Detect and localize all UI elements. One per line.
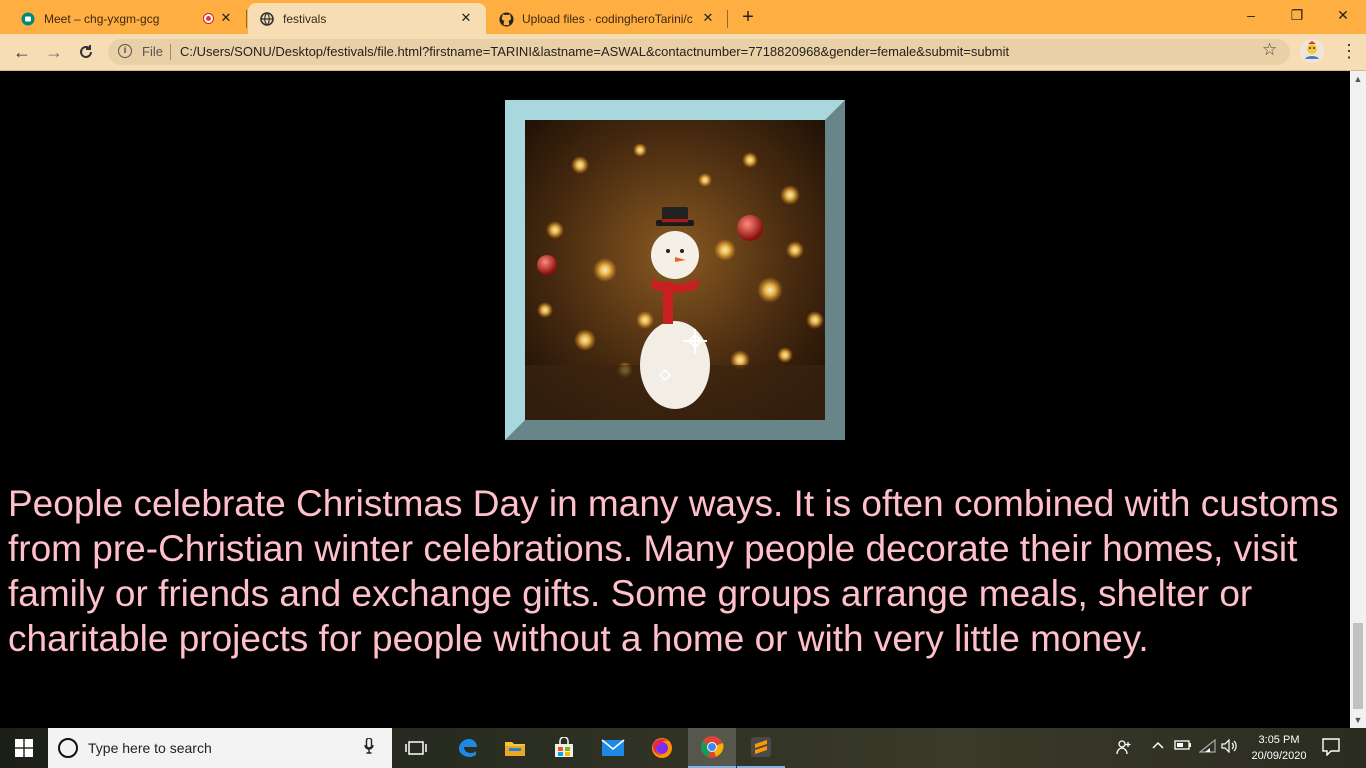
taskbar-search[interactable]: Type here to search [48, 728, 392, 768]
battery-icon[interactable] [1174, 739, 1192, 754]
tab-title: Upload files · codingheroTarini/c [522, 11, 693, 26]
tab-festivals[interactable]: festivals ✕ [248, 3, 486, 34]
scheme-label: File [142, 44, 163, 59]
address-bar[interactable]: i File C:/Users/SONU/Desktop/festivals/f… [108, 39, 1290, 65]
clock-time: 3:05 PM [1258, 734, 1300, 746]
scroll-thumb[interactable] [1353, 623, 1363, 709]
firefox-icon[interactable] [638, 728, 686, 768]
kebab-menu-icon[interactable]: ⋮ [1340, 38, 1358, 64]
file-explorer-icon[interactable] [491, 728, 539, 768]
tab-strip: Meet – chg-yxgm-gcg ✕ festivals ✕ Upload… [0, 0, 1366, 34]
bookmark-star-icon[interactable]: ☆ [1262, 40, 1277, 60]
recording-icon [203, 13, 214, 24]
tab-title: Meet – chg-yxgm-gcg [44, 11, 160, 26]
tab-meet[interactable]: Meet – chg-yxgm-gcg ✕ [0, 3, 246, 34]
github-icon [498, 11, 514, 27]
microphone-icon[interactable] [364, 737, 374, 757]
globe-icon [259, 11, 275, 27]
omnibox-divider [170, 44, 171, 60]
close-tab-icon[interactable]: ✕ [700, 10, 716, 26]
back-arrow-icon[interactable]: ← [10, 41, 34, 63]
tab-divider [727, 10, 728, 28]
page-content: People celebrate Christmas Day in many w… [0, 71, 1350, 728]
info-icon[interactable]: i [118, 44, 132, 58]
tab-title: festivals [283, 11, 327, 26]
chevron-up-icon[interactable] [1152, 739, 1164, 754]
wifi-icon[interactable] [1198, 738, 1217, 756]
meet-icon [20, 11, 36, 27]
system-clock[interactable]: 3:05 PM 20/09/2020 [1244, 732, 1314, 764]
tab-divider [246, 10, 247, 28]
windows-logo-icon [15, 739, 33, 757]
close-window-icon[interactable]: ✕ [1320, 0, 1366, 32]
mail-icon[interactable] [589, 728, 637, 768]
minimize-icon[interactable]: – [1228, 0, 1274, 32]
url-text[interactable]: C:/Users/SONU/Desktop/festivals/file.htm… [180, 44, 1009, 59]
volume-icon[interactable] [1221, 738, 1239, 756]
vertical-scrollbar[interactable]: ▲ ▼ [1350, 71, 1366, 728]
new-tab-button[interactable]: + [737, 6, 759, 28]
chrome-icon[interactable] [688, 728, 736, 768]
christmas-paragraph: People celebrate Christmas Day in many w… [8, 483, 1339, 659]
scroll-down-arrow-icon[interactable]: ▼ [1350, 712, 1366, 728]
scroll-up-arrow-icon[interactable]: ▲ [1350, 71, 1366, 87]
store-icon[interactable] [540, 728, 588, 768]
clock-date: 20/09/2020 [1251, 750, 1307, 762]
forward-arrow-icon[interactable]: → [42, 41, 66, 63]
people-icon[interactable] [1116, 739, 1132, 758]
start-button[interactable] [0, 728, 48, 768]
restore-icon[interactable]: ❐ [1274, 0, 1320, 32]
search-placeholder: Type here to search [88, 740, 212, 756]
browser-toolbar: ← → i File C:/Users/SONU/Desktop/festiva… [0, 34, 1366, 71]
snowman-photo [525, 120, 825, 420]
task-view-icon[interactable] [392, 728, 440, 768]
reload-icon[interactable] [74, 41, 98, 63]
windows-taskbar: Type here to search 3:05 PM 20/09/2020 [0, 728, 1366, 768]
sublime-icon[interactable] [737, 728, 785, 768]
profile-avatar[interactable] [1300, 39, 1324, 63]
tab-github-upload[interactable]: Upload files · codingheroTarini/c ✕ [488, 3, 726, 34]
close-tab-icon[interactable]: ✕ [218, 10, 234, 26]
cortana-icon [58, 738, 78, 758]
action-center-icon[interactable] [1322, 738, 1342, 757]
edge-icon[interactable] [443, 728, 491, 768]
framed-image [505, 100, 845, 440]
close-tab-icon[interactable]: ✕ [458, 10, 474, 26]
